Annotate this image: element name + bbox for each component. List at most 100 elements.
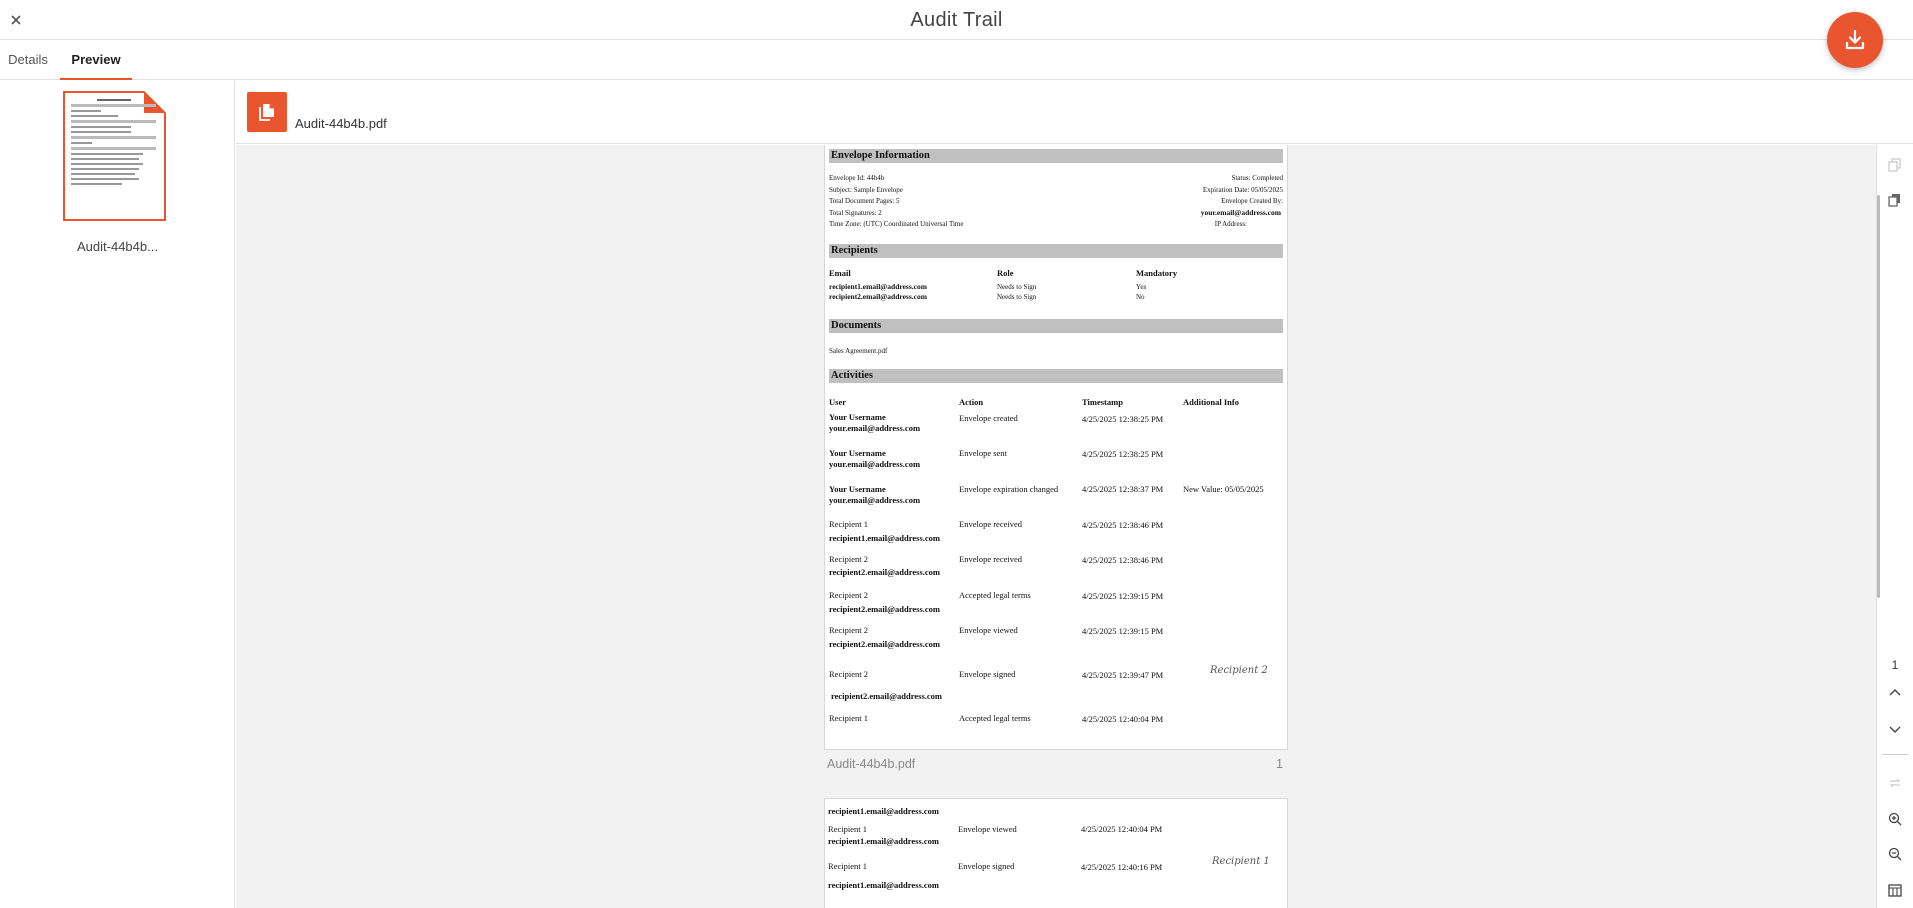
section-heading-envelope: Envelope Information: [829, 149, 1283, 163]
recipients-col-email: Email: [829, 268, 851, 278]
envelope-status: Status: Completed: [1231, 174, 1283, 182]
document-viewer[interactable]: Envelope Information Envelope Id: 44b4b …: [236, 145, 1876, 908]
activity-timestamp: 4/25/2025 12:39:15 PM: [1082, 626, 1164, 636]
thumbnail-panel: Audit-44b4b...: [0, 81, 235, 908]
envelope-timezone: Time Zone: (UTC) Coordinated Universal T…: [829, 220, 964, 228]
zoom-in-icon: [1888, 812, 1902, 826]
thumbnail-preview: [71, 99, 156, 213]
activity-user: Your Username: [829, 412, 886, 422]
activity-timestamp: 4/25/2025 12:38:46 PM: [1082, 555, 1164, 565]
envelope-created-by: Envelope Created By:: [1221, 197, 1283, 205]
download-button[interactable]: [1827, 12, 1883, 68]
table-cell: Needs to Sign: [997, 293, 1037, 301]
activity-action: Envelope signed: [958, 861, 1015, 871]
rotate-button[interactable]: [1886, 774, 1904, 792]
tab-details[interactable]: Details: [0, 40, 56, 80]
activity-info: New Value: 05/05/2025: [1183, 484, 1264, 494]
activity-timestamp: 4/25/2025 12:39:47 PM: [1082, 670, 1164, 680]
activities-col-timestamp: Timestamp: [1082, 397, 1123, 407]
zoom-out-button[interactable]: [1886, 845, 1904, 863]
section-heading-recipients: Recipients: [829, 244, 1283, 258]
toolbar-divider: [1882, 754, 1908, 755]
page-title: Audit Trail: [910, 9, 1003, 31]
rotate-icon: [1889, 778, 1901, 788]
activity-timestamp: 4/25/2025 12:38:37 PM: [1082, 484, 1164, 494]
activity-action: Envelope viewed: [958, 824, 1017, 834]
chevron-up-icon: [1889, 689, 1901, 696]
page-caption-name: Audit-44b4b.pdf: [827, 757, 916, 771]
page-view-button[interactable]: [1886, 881, 1904, 899]
activity-email: recipient2.email@address.com: [829, 604, 940, 614]
activity-timestamp: 4/25/2025 12:38:46 PM: [1082, 520, 1164, 530]
activity-action: Envelope expiration changed: [959, 484, 1059, 494]
activity-user: Recipient 2: [829, 669, 868, 679]
signature-image: Recipient 1: [1212, 856, 1270, 867]
signature-image: Recipient 2: [1210, 665, 1268, 676]
multi-page-button[interactable]: [1886, 191, 1904, 209]
activity-timestamp: 4/25/2025 12:38:25 PM: [1082, 414, 1164, 424]
activity-email: your.email@address.com: [829, 459, 921, 469]
activity-action: Envelope signed: [959, 669, 1016, 679]
envelope-subject: Subject: Sample Envelope: [829, 186, 903, 194]
pdf-page-2: recipient1.email@address.com Recipient 1…: [824, 798, 1288, 908]
next-page-button[interactable]: [1886, 720, 1904, 738]
activity-email: recipient1.email@address.com: [829, 533, 940, 543]
activity-user: Recipient 1: [829, 713, 868, 723]
activity-email: your.email@address.com: [829, 495, 921, 505]
activity-user: Your Username: [829, 448, 886, 458]
vertical-scrollbar[interactable]: [1877, 195, 1880, 598]
table-row: recipient2.email@address.com: [829, 292, 927, 301]
activity-email: recipient2.email@address.com: [829, 567, 940, 577]
envelope-signatures: Total Signatures: 2: [829, 209, 882, 217]
table-cell: No: [1136, 293, 1145, 301]
viewer-toolbar: [1876, 145, 1913, 908]
activity-email: recipient2.email@address.com: [829, 639, 940, 649]
activity-timestamp: 4/25/2025 12:40:04 PM: [1082, 714, 1164, 724]
grid-icon: [1888, 884, 1902, 897]
activity-user: Your Username: [829, 484, 886, 494]
activity-action: Envelope viewed: [959, 625, 1018, 635]
chevron-down-icon: [1889, 726, 1901, 733]
activity-action: Accepted legal terms: [959, 590, 1031, 600]
activity-timestamp: 4/25/2025 12:39:15 PM: [1082, 591, 1164, 601]
activities-col-user: User: [829, 397, 846, 407]
file-bar: Audit-44b4b.pdf: [236, 81, 1913, 144]
envelope-id: Envelope Id: 44b4b: [829, 174, 885, 182]
table-row: recipient1.email@address.com: [829, 282, 927, 291]
table-cell: Needs to Sign: [997, 283, 1037, 291]
zoom-out-icon: [1888, 847, 1902, 861]
activity-user: Recipient 2: [829, 554, 868, 564]
activity-action: Envelope created: [959, 413, 1018, 423]
activity-email: recipient1.email@address.com: [828, 880, 939, 890]
activity-user: Recipient 2: [829, 590, 868, 600]
envelope-expiration: Expiration Date: 05/05/2025: [1202, 186, 1283, 194]
recipients-col-role: Role: [997, 268, 1014, 278]
activity-action: Accepted legal terms: [959, 713, 1031, 723]
activity-user: Recipient 2: [829, 625, 868, 635]
envelope-pages: Total Document Pages: 5: [829, 197, 900, 205]
zoom-in-button[interactable]: [1886, 810, 1904, 828]
section-heading-activities: Activities: [829, 369, 1283, 383]
page-caption-number: 1: [1276, 757, 1283, 771]
pages-icon: [1888, 194, 1900, 207]
activity-action: Envelope received: [959, 519, 1023, 529]
document-thumbnail[interactable]: [63, 91, 166, 221]
activity-user: Recipient 1: [828, 824, 867, 834]
activity-email: recipient1.email@address.com: [828, 836, 939, 846]
envelope-creator-email: your.email@address.com: [1200, 208, 1281, 217]
envelope-ip-address: IP Address:: [1214, 220, 1247, 228]
tab-bar: Details Preview: [0, 40, 1913, 80]
recipients-col-mandatory: Mandatory: [1136, 268, 1178, 278]
activity-user: Recipient 1: [828, 861, 867, 871]
document-item: Sales Agreement.pdf: [829, 347, 888, 355]
file-name: Audit-44b4b.pdf: [295, 116, 387, 131]
activities-col-action: Action: [959, 397, 984, 407]
toggle-thumbnails-button[interactable]: [1886, 156, 1904, 174]
copy-document-icon: [259, 104, 274, 121]
previous-page-button[interactable]: [1886, 684, 1904, 702]
activity-action: Envelope sent: [959, 448, 1007, 458]
activities-col-additional-info: Additional Info: [1183, 397, 1239, 407]
activity-timestamp: 4/25/2025 12:40:04 PM: [1081, 824, 1163, 834]
tab-preview[interactable]: Preview: [60, 40, 132, 80]
activity-action: Envelope received: [959, 554, 1023, 564]
